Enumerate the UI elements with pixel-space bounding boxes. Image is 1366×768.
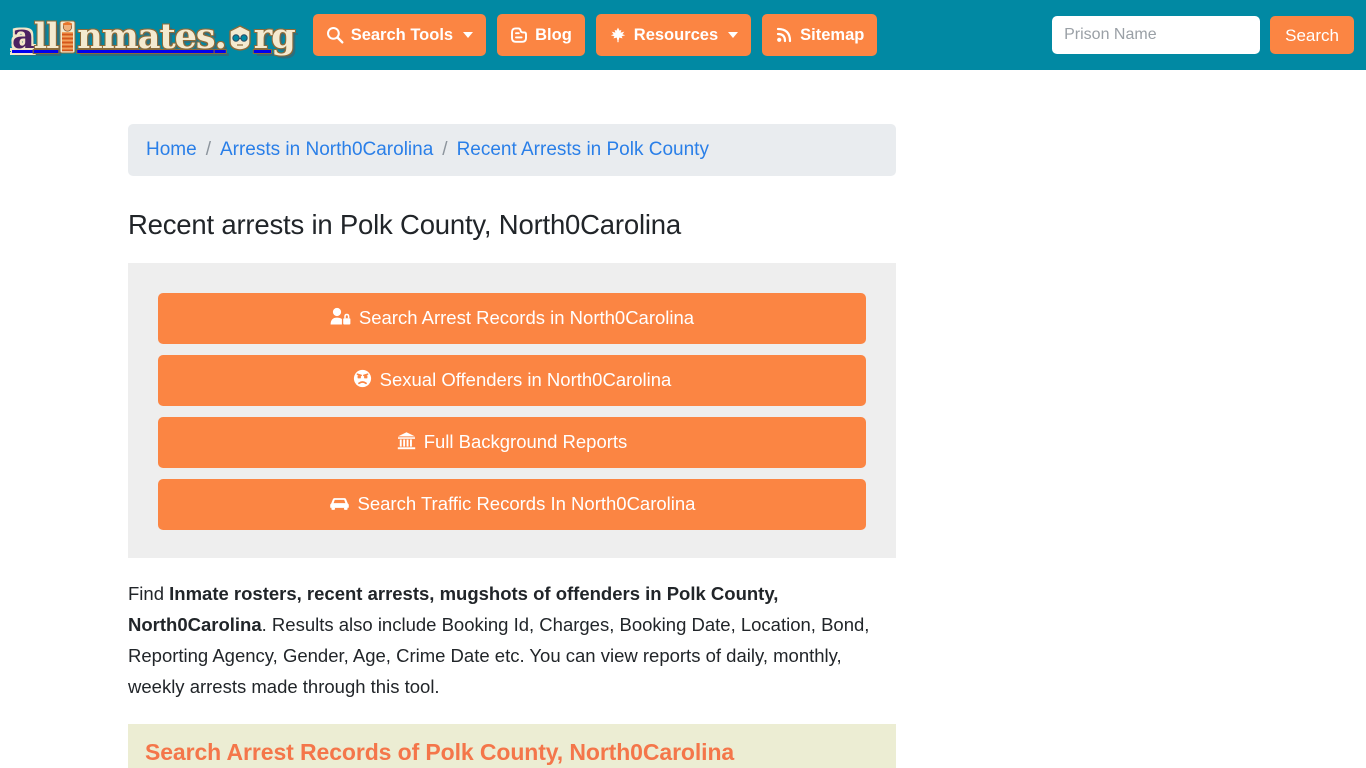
site-header: all nmates. rg Search Tools Blog Resources… bbox=[0, 0, 1366, 70]
header-search: Search bbox=[1052, 16, 1354, 54]
search-arrest-records-button[interactable]: Search Arrest Records in North0Carolina bbox=[158, 293, 866, 344]
mugshot-face-icon bbox=[226, 23, 254, 51]
breadcrumb-separator: / bbox=[442, 139, 448, 160]
content-container: Home / Arrests in North0Carolina / Recen… bbox=[128, 70, 896, 768]
nav-sitemap-label: Sitemap bbox=[800, 25, 865, 44]
breadcrumb-separator: / bbox=[205, 139, 211, 160]
chevron-down-icon bbox=[728, 32, 739, 38]
user-lock-icon bbox=[330, 307, 351, 330]
site-logo-text: all nmates. rg bbox=[12, 15, 296, 57]
search-traffic-records-button[interactable]: Search Traffic Records In North0Carolina bbox=[158, 479, 866, 530]
logo-letter-a: a bbox=[12, 15, 35, 57]
breadcrumb-item-home[interactable]: Home bbox=[146, 139, 197, 161]
search-input[interactable] bbox=[1052, 16, 1261, 54]
site-logo[interactable]: all nmates. rg bbox=[12, 12, 296, 58]
jail-building-icon bbox=[397, 431, 416, 454]
chevron-down-icon bbox=[463, 32, 474, 38]
logo-letters-ll: ll bbox=[33, 15, 60, 57]
logo-letters-rg: rg bbox=[253, 15, 296, 57]
inmate-figure-icon bbox=[59, 20, 76, 54]
rss-icon bbox=[775, 26, 793, 44]
angry-face-icon bbox=[353, 369, 372, 392]
action-buttons-panel: Search Arrest Records in North0Carolina … bbox=[128, 263, 896, 558]
blogger-icon bbox=[510, 26, 528, 44]
nav-resources-button[interactable]: Resources bbox=[595, 14, 752, 56]
nav-blog-label: Blog bbox=[535, 25, 572, 44]
page-title: Recent arrests in Polk County, North0Car… bbox=[128, 209, 681, 240]
section-heading-box: Search Arrest Records of Polk County, No… bbox=[128, 724, 896, 768]
sexual-offenders-button[interactable]: Sexual Offenders in North0Carolina bbox=[158, 355, 866, 406]
search-traffic-records-label: Search Traffic Records In North0Carolina bbox=[357, 493, 696, 515]
search-arrest-records-label: Search Arrest Records in North0Carolina bbox=[358, 307, 695, 329]
paragraph-lead: Find bbox=[128, 583, 170, 604]
car-icon bbox=[329, 495, 350, 515]
logo-letters-nmates: nmates bbox=[77, 15, 215, 57]
breadcrumb-item-state[interactable]: Arrests in North0Carolina bbox=[220, 139, 433, 161]
leaf-icon bbox=[609, 26, 627, 44]
search-submit-button[interactable]: Search bbox=[1270, 16, 1354, 54]
nav-blog-button[interactable]: Blog bbox=[497, 14, 585, 56]
full-background-reports-button[interactable]: Full Background Reports bbox=[158, 417, 866, 468]
page-body: Home / Arrests in North0Carolina / Recen… bbox=[0, 70, 1366, 768]
search-icon bbox=[326, 26, 344, 44]
intro-paragraph: Find Inmate rosters, recent arrests, mug… bbox=[128, 578, 896, 702]
nav-sitemap-button[interactable]: Sitemap bbox=[762, 14, 878, 56]
breadcrumb-item-county[interactable]: Recent Arrests in Polk County bbox=[457, 139, 709, 161]
full-background-reports-label: Full Background Reports bbox=[423, 431, 628, 453]
logo-dot: . bbox=[214, 15, 227, 57]
sexual-offenders-label: Sexual Offenders in North0Carolina bbox=[379, 369, 672, 391]
breadcrumb: Home / Arrests in North0Carolina / Recen… bbox=[128, 124, 896, 176]
nav-search-tools-button[interactable]: Search Tools bbox=[312, 14, 487, 56]
section-heading: Search Arrest Records of Polk County, No… bbox=[145, 739, 735, 765]
nav-resources-label: Resources bbox=[633, 25, 719, 44]
nav-search-tools-label: Search Tools bbox=[350, 25, 454, 44]
